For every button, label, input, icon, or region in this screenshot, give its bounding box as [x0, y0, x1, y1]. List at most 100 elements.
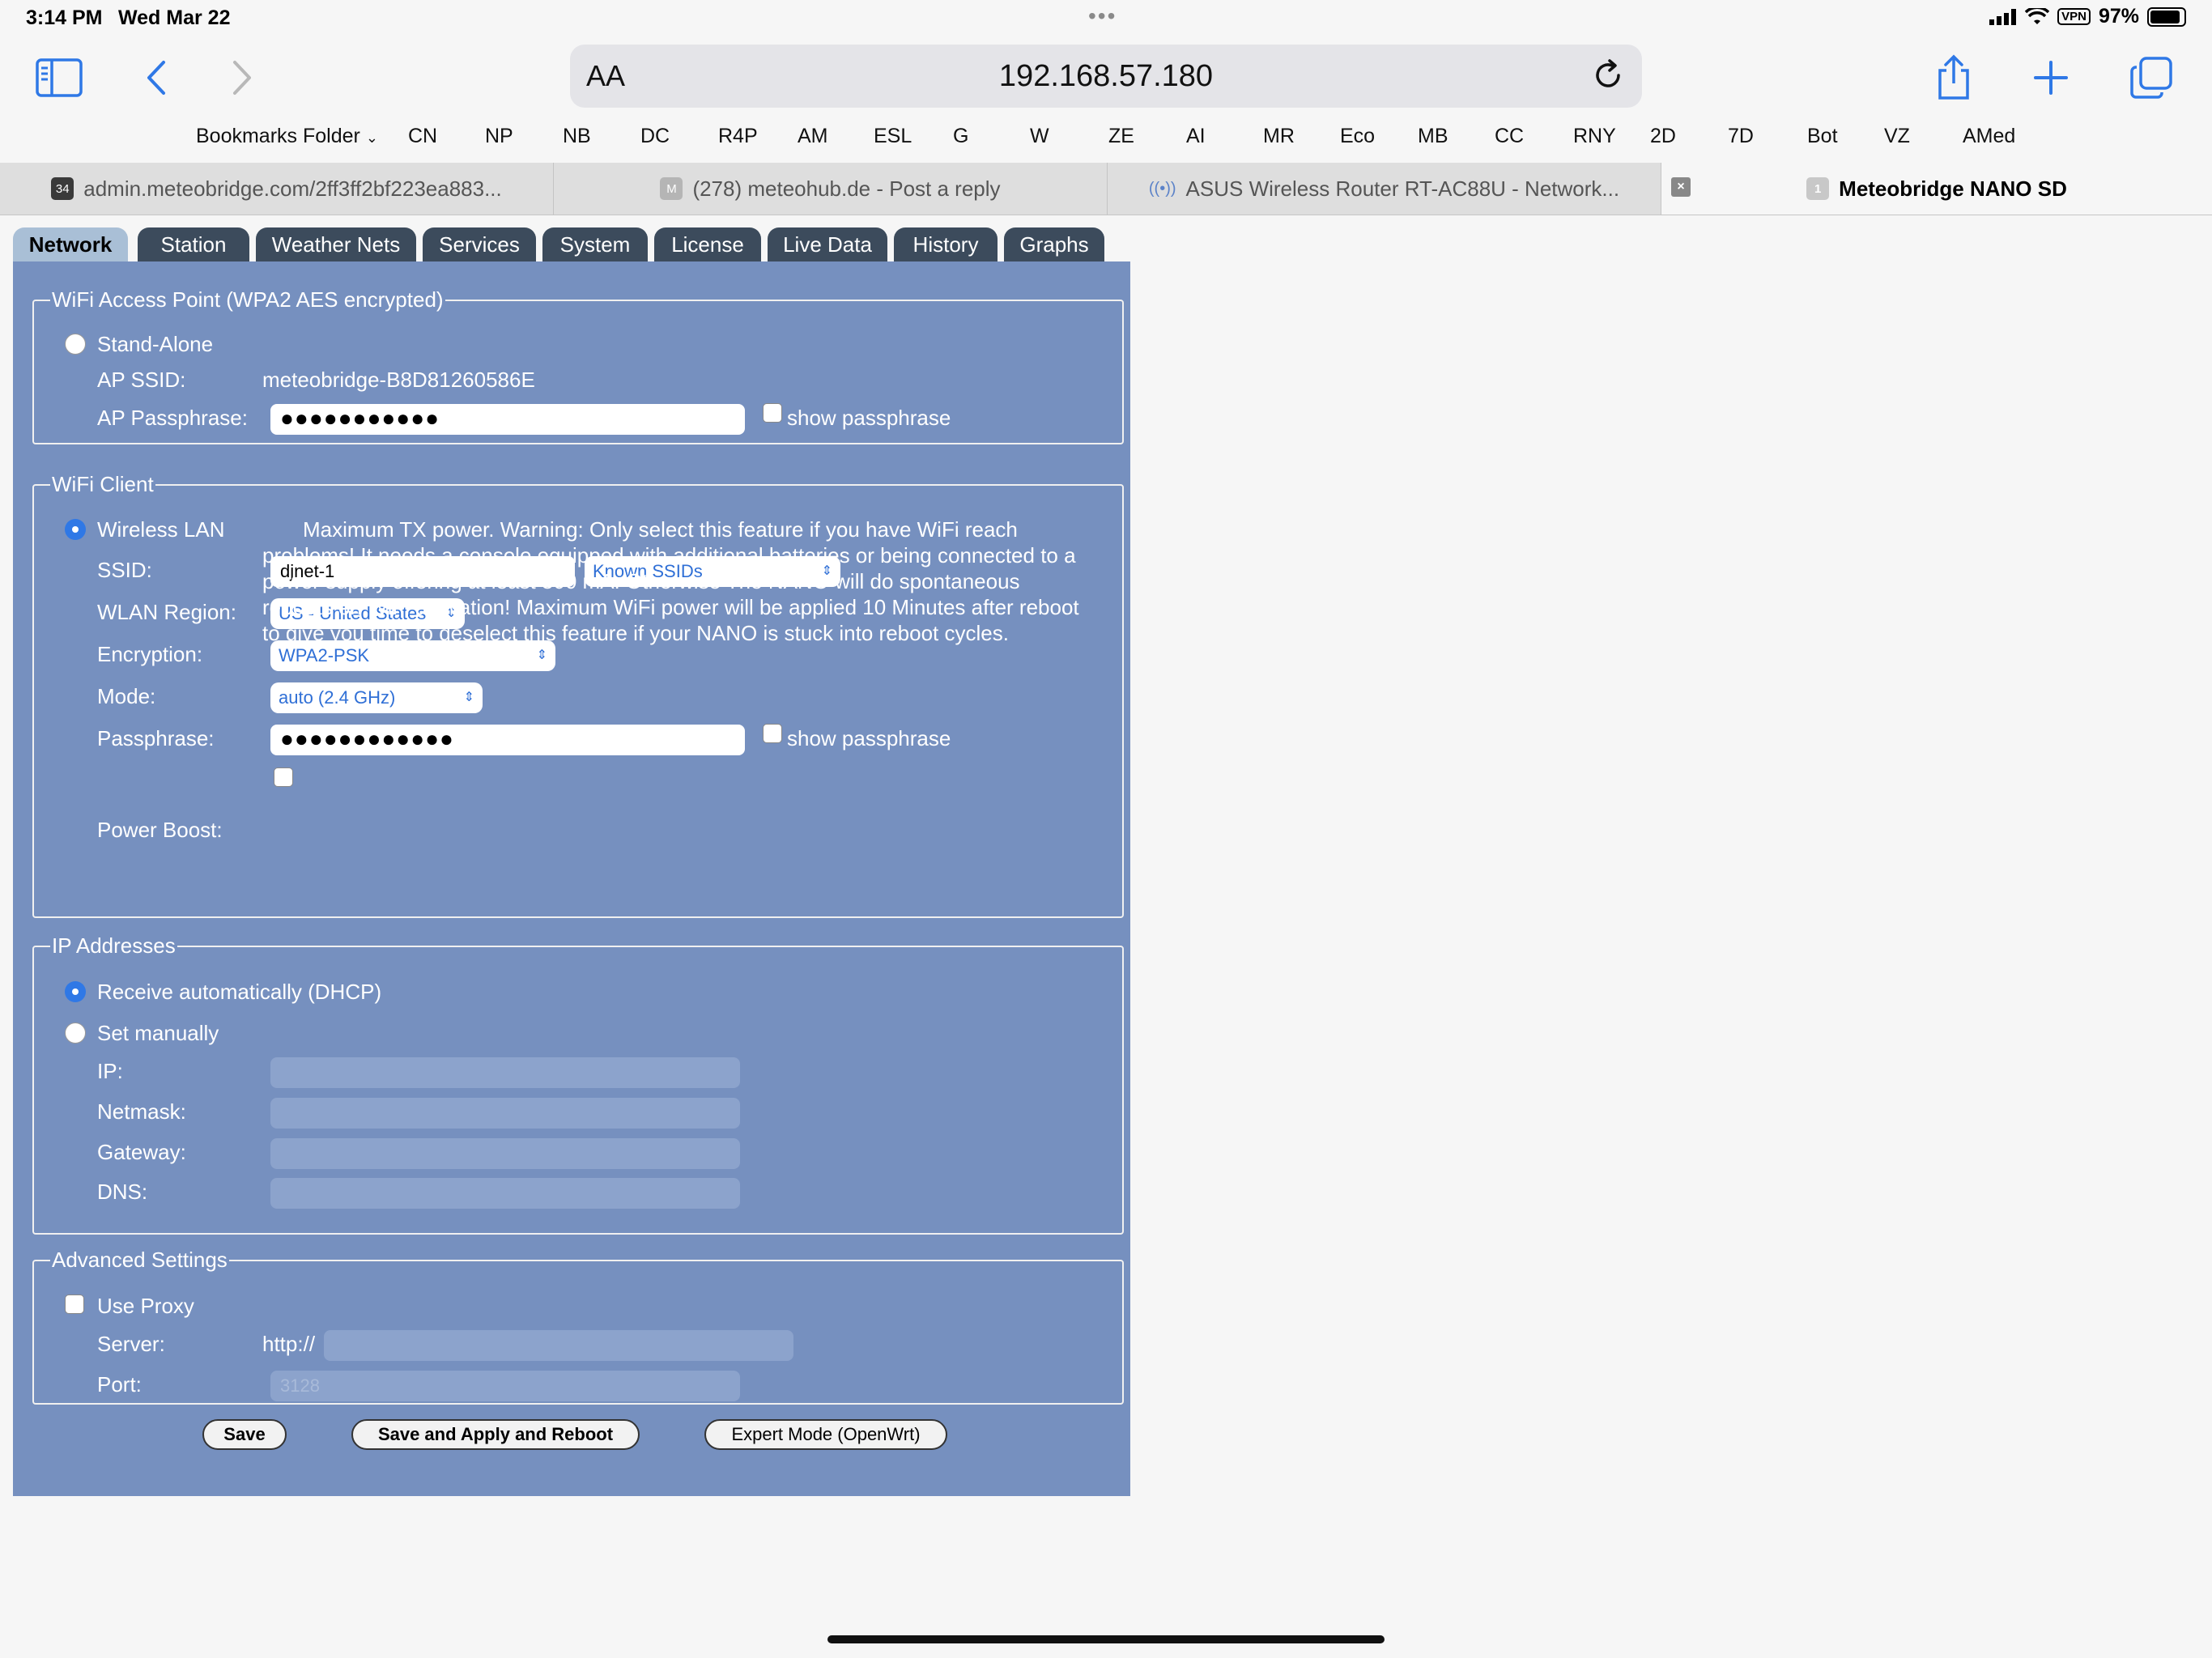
tab-overview-icon[interactable] [2123, 49, 2180, 107]
dns-input[interactable] [270, 1178, 740, 1209]
show-passphrase-label: show passphrase [787, 726, 951, 750]
bookmark-item[interactable]: 7D [1728, 125, 1754, 148]
bookmark-item[interactable]: CC [1495, 125, 1524, 148]
bookmarks-folder[interactable]: Bookmarks Folder ⌄ [196, 125, 378, 148]
wlan-region-label: WLAN Region: [97, 600, 236, 624]
ssid-label: SSID: [97, 558, 152, 582]
bookmark-item[interactable]: RNY [1573, 125, 1616, 148]
bookmark-item[interactable]: VZ [1884, 125, 1910, 148]
wireless-lan-radio[interactable] [65, 519, 86, 540]
new-tab-icon[interactable] [2023, 49, 2079, 107]
show-passphrase-checkbox[interactable] [763, 724, 782, 743]
bookmark-item[interactable]: NP [485, 125, 513, 148]
bookmark-item[interactable]: G [953, 125, 968, 148]
save-button[interactable]: Save [202, 1419, 287, 1450]
battery-percent: 97% [2098, 5, 2139, 28]
bookmark-item[interactable]: Eco [1340, 125, 1375, 148]
section-legend: WiFi Client [52, 472, 154, 496]
close-tab-icon[interactable]: × [1671, 177, 1691, 197]
tab-station[interactable]: Station [138, 227, 249, 261]
ip-input[interactable] [270, 1057, 740, 1088]
tab-live-data[interactable]: Live Data [768, 227, 887, 261]
use-proxy-checkbox[interactable] [65, 1295, 84, 1314]
show-ap-passphrase-checkbox[interactable] [763, 403, 782, 423]
bookmark-item[interactable]: W [1030, 125, 1049, 148]
bookmark-item[interactable]: ZE [1108, 125, 1134, 148]
power-boost-label: Power Boost: [97, 818, 223, 842]
bookmark-item[interactable]: 2D [1650, 125, 1676, 148]
browser-tab-title: ASUS Wireless Router RT-AC88U - Network.… [1185, 176, 1620, 201]
section-legend: Advanced Settings [52, 1248, 228, 1272]
tab-services[interactable]: Services [423, 227, 536, 261]
reload-icon[interactable] [1590, 57, 1626, 93]
tab-license[interactable]: License [654, 227, 761, 261]
netmask-label: Netmask: [97, 1099, 186, 1124]
bookmark-item[interactable]: AM [798, 125, 828, 148]
network-settings-panel: WiFi Access Point (WPA2 AES encrypted) S… [13, 261, 1130, 1496]
bookmark-item[interactable]: NB [563, 125, 591, 148]
show-passphrase-label: show passphrase [787, 406, 951, 430]
mode-label: Mode: [97, 684, 156, 708]
cellular-signal-icon [1989, 8, 2017, 25]
expert-mode-button[interactable]: Expert Mode (OpenWrt) [704, 1419, 947, 1450]
multitasking-dots-icon[interactable]: ••• [1088, 3, 1117, 29]
tab-network[interactable]: Network [13, 227, 128, 261]
sidebar-toggle-icon[interactable] [31, 49, 87, 107]
browser-tab-title: admin.meteobridge.com/2ff3ff2bf223ea883.… [83, 176, 502, 201]
server-prefix: http:// [262, 1332, 316, 1356]
battery-icon [2147, 6, 2186, 27]
home-indicator [827, 1635, 1385, 1643]
select-chevron-icon: ⇕ [463, 691, 474, 704]
back-icon[interactable] [128, 49, 185, 107]
browser-tab[interactable]: ((•)) ASUS Wireless Router RT-AC88U - Ne… [1108, 163, 1661, 215]
site-favicon-icon: 1 [1806, 177, 1830, 200]
ap-passphrase-input[interactable]: ●●●●●●●●●●● [270, 404, 745, 435]
bookmark-item[interactable]: MB [1418, 125, 1448, 148]
bookmark-item[interactable]: DC [640, 125, 670, 148]
power-boost-checkbox[interactable] [274, 767, 293, 787]
section-legend: IP Addresses [52, 933, 176, 958]
bookmark-item[interactable]: R4P [718, 125, 758, 148]
proxy-port-input[interactable]: 3128 [270, 1371, 740, 1401]
router-favicon-icon: ((•)) [1148, 179, 1176, 198]
bookmark-item[interactable]: AMed [1963, 125, 2015, 148]
status-bar: 3:14 PM Wed Mar 22 ••• VPN 97% [0, 0, 2212, 39]
status-indicators: VPN 97% [1989, 5, 2186, 28]
vpn-badge: VPN [2057, 8, 2091, 25]
url-text[interactable]: 192.168.57.180 [570, 59, 1642, 94]
bookmark-item[interactable]: Bot [1807, 125, 1838, 148]
netmask-input[interactable] [270, 1098, 740, 1129]
share-icon[interactable] [1925, 49, 1982, 107]
mode-select[interactable]: auto (2.4 GHz) ⇕ [270, 682, 483, 713]
dns-label: DNS: [97, 1180, 148, 1204]
address-bar[interactable]: AA 192.168.57.180 [570, 45, 1642, 108]
standalone-radio[interactable] [65, 334, 86, 355]
section-legend: WiFi Access Point (WPA2 AES encrypted) [52, 287, 444, 312]
gateway-input[interactable] [270, 1138, 740, 1169]
save-apply-reboot-button[interactable]: Save and Apply and Reboot [351, 1419, 640, 1450]
wifi-icon [2025, 7, 2050, 24]
power-boost-warning: Maximum TX power. Warning: Only select t… [262, 517, 1079, 645]
encryption-label: Encryption: [97, 642, 203, 666]
tab-system[interactable]: System [542, 227, 648, 261]
browser-tab-active[interactable]: × 1 Meteobridge NANO SD [1661, 163, 2212, 215]
tab-weather-nets[interactable]: Weather Nets [256, 227, 416, 261]
browser-tab-title: (278) meteohub.de - Post a reply [692, 176, 1001, 201]
proxy-server-input[interactable] [324, 1330, 793, 1361]
bookmark-item[interactable]: AI [1186, 125, 1206, 148]
tab-history[interactable]: History [894, 227, 998, 261]
browser-tab-strip: 34 admin.meteobridge.com/2ff3ff2bf223ea8… [0, 163, 2212, 215]
passphrase-input[interactable]: ●●●●●●●●●●●● [270, 725, 745, 755]
bookmark-item[interactable]: MR [1263, 125, 1295, 148]
bookmark-item[interactable]: ESL [874, 125, 912, 148]
bookmark-item[interactable]: CN [408, 125, 437, 148]
browser-tab[interactable]: 34 admin.meteobridge.com/2ff3ff2bf223ea8… [0, 163, 554, 215]
dhcp-radio[interactable] [65, 981, 86, 1002]
standalone-label: Stand-Alone [97, 332, 214, 356]
browser-tab[interactable]: M (278) meteohub.de - Post a reply [554, 163, 1108, 215]
set-manually-radio[interactable] [65, 1022, 86, 1044]
ap-passphrase-label: AP Passphrase: [97, 406, 248, 430]
tab-graphs[interactable]: Graphs [1004, 227, 1104, 261]
use-proxy-label: Use Proxy [97, 1294, 194, 1318]
forward-icon[interactable] [214, 49, 270, 107]
